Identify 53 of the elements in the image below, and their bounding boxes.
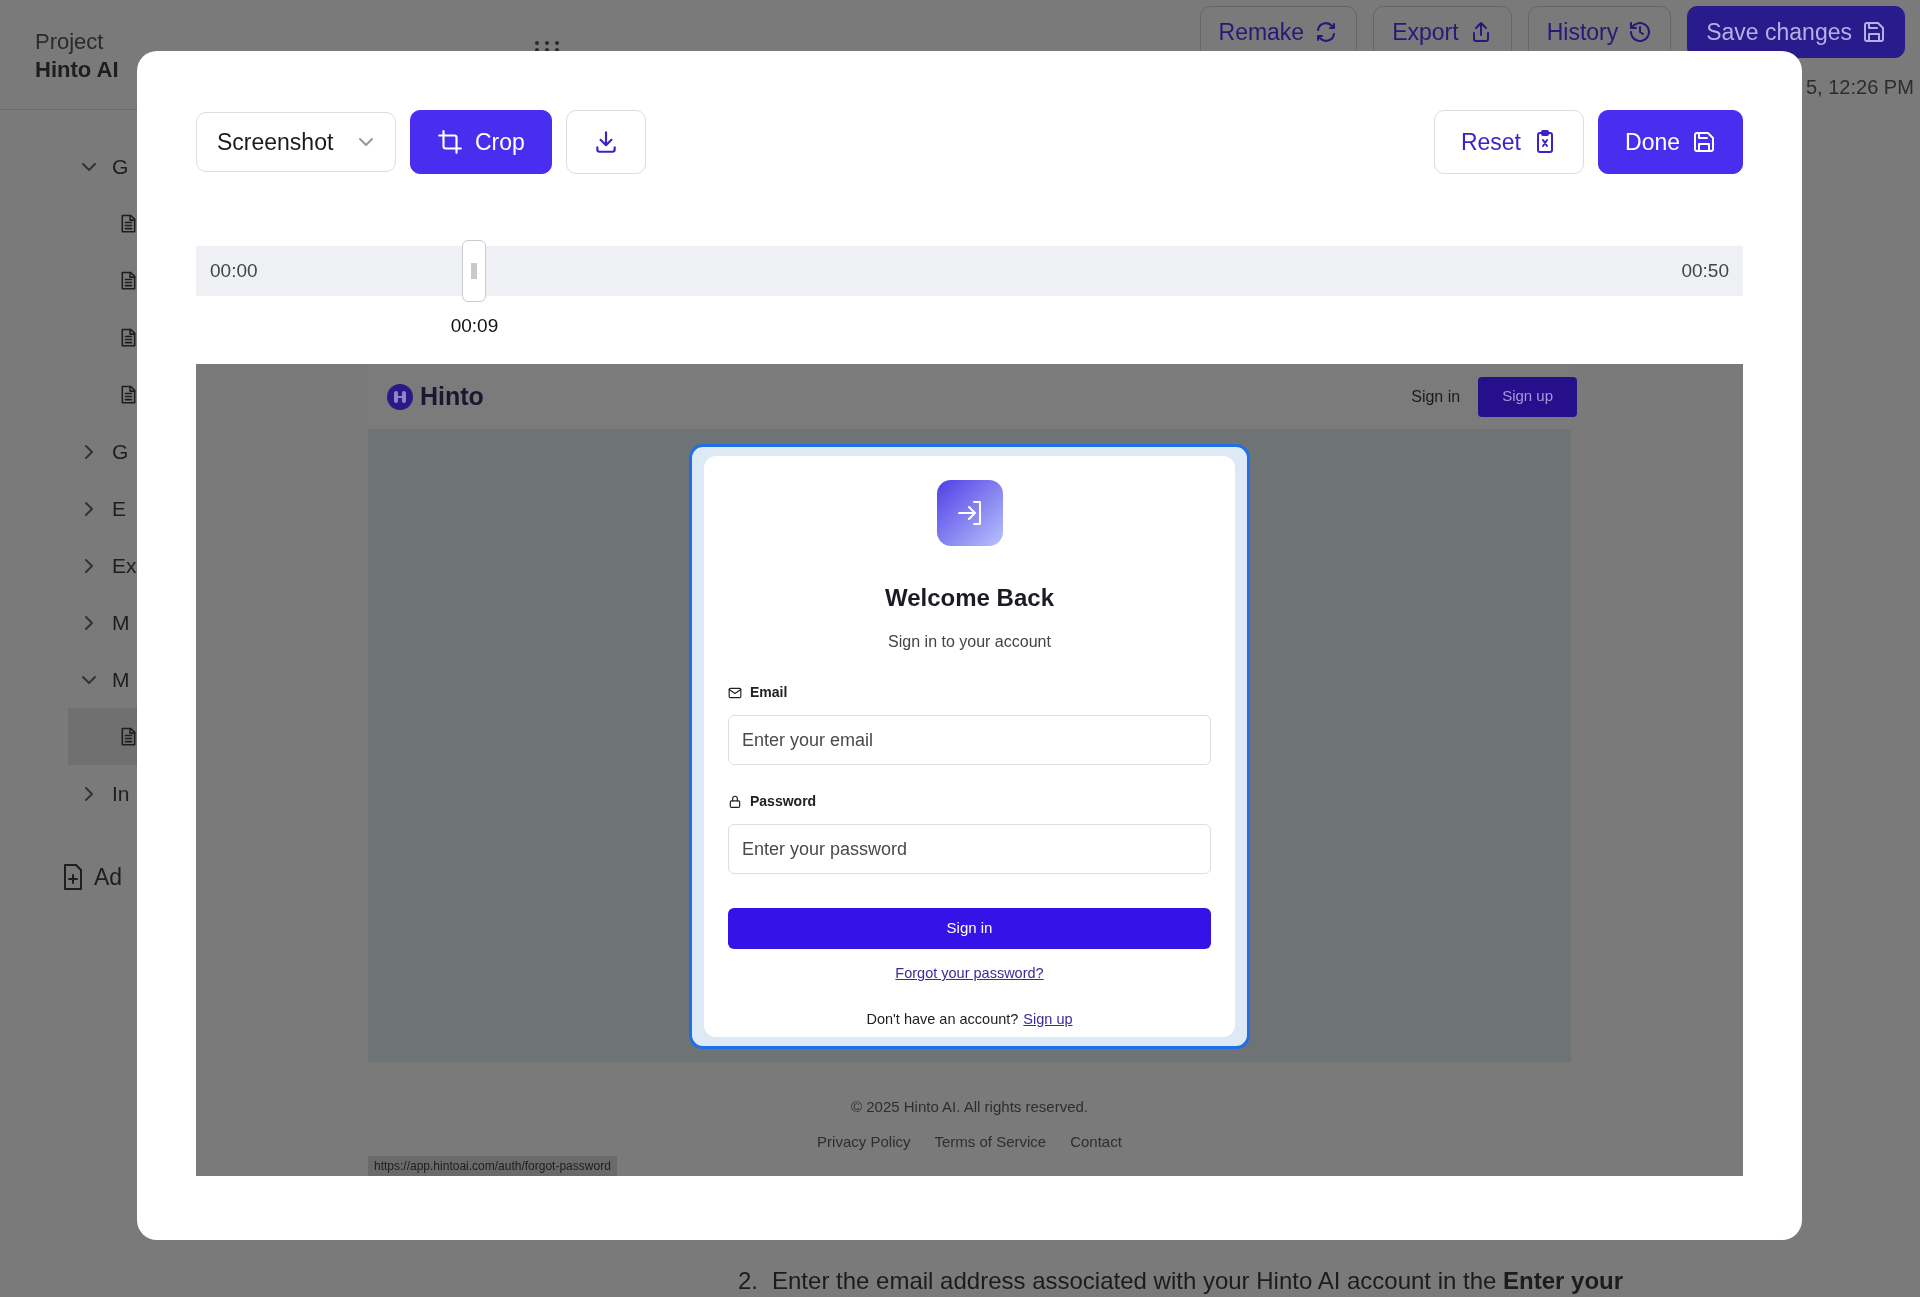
forgot-password-link[interactable]: Forgot your password? xyxy=(895,963,1044,985)
footer-link[interactable]: Contact xyxy=(1070,1130,1122,1153)
password-field[interactable]: Enter your password xyxy=(728,824,1211,874)
tree-item-label[interactable]: In xyxy=(112,777,130,810)
sign-in-link[interactable]: Sign in xyxy=(1411,384,1461,409)
end-time: 00:50 xyxy=(1681,258,1729,283)
sign-up-link[interactable]: Sign up xyxy=(1023,1008,1073,1031)
current-time: 00:09 xyxy=(450,314,499,338)
sign-in-icon xyxy=(936,480,1003,546)
tree-item-label[interactable]: G xyxy=(112,150,129,183)
crop-icon xyxy=(437,129,463,155)
lock-icon xyxy=(728,794,742,809)
file-plus-icon xyxy=(62,863,84,892)
tree-item-label[interactable]: M xyxy=(112,606,130,639)
timeline-track[interactable]: 00:00 00:50 xyxy=(196,240,1743,302)
step-text: Enter the email address associated with your Hinto AI account in the Enter your xyxy=(772,1266,1624,1296)
copyright-text: © 2025 Hinto AI. All rights reserved. xyxy=(851,1097,1088,1117)
add-label[interactable]: Ad xyxy=(94,860,123,895)
card-title: Welcome Back xyxy=(885,583,1054,613)
timestamp: 5, 12:26 PM xyxy=(1806,75,1914,100)
step-number: 2. xyxy=(738,1266,758,1296)
project-label: Project xyxy=(35,28,105,56)
drag-handle-icon xyxy=(534,40,560,52)
tree-item-label[interactable]: E xyxy=(112,492,126,525)
reset-button[interactable]: Reset xyxy=(1433,110,1584,174)
status-url: https://app.hintoai.com/auth/forgot-password xyxy=(368,1156,617,1176)
card-subtitle: Sign in to your account xyxy=(888,632,1051,652)
field-label: Password xyxy=(750,792,817,811)
footer-link[interactable]: Terms of Service xyxy=(934,1130,1047,1153)
field-label: Email xyxy=(750,683,788,702)
signup-prompt: Don't have an account? xyxy=(866,1009,1019,1029)
timeline-handle[interactable] xyxy=(462,240,487,302)
tree-item-label[interactable]: M xyxy=(112,663,130,696)
sign-up-button[interactable]: Sign up xyxy=(1478,376,1577,417)
email-field[interactable]: Enter your email xyxy=(728,715,1211,765)
mail-icon xyxy=(728,685,742,700)
start-time: 00:00 xyxy=(210,258,258,283)
source-dropdown[interactable]: Screenshot xyxy=(196,112,396,172)
history-icon xyxy=(1628,20,1653,44)
save-icon xyxy=(1692,130,1716,154)
save-icon xyxy=(1862,20,1886,44)
footer-link[interactable]: Privacy Policy xyxy=(817,1130,911,1153)
crop-button[interactable]: Crop xyxy=(410,110,552,174)
brand-name: Hinto xyxy=(420,380,484,412)
save-button[interactable]: Save changes xyxy=(1687,6,1905,58)
download-button[interactable] xyxy=(565,110,646,174)
logo-icon xyxy=(386,382,414,411)
done-button[interactable]: Done xyxy=(1598,110,1743,174)
sign-in-button[interactable]: Sign in xyxy=(728,908,1211,949)
tree-item-label[interactable]: Ex xyxy=(112,549,137,582)
tree-item-label[interactable]: G xyxy=(112,435,129,468)
tree-item[interactable] xyxy=(68,708,137,765)
project-name: Hinto AI xyxy=(35,56,120,84)
